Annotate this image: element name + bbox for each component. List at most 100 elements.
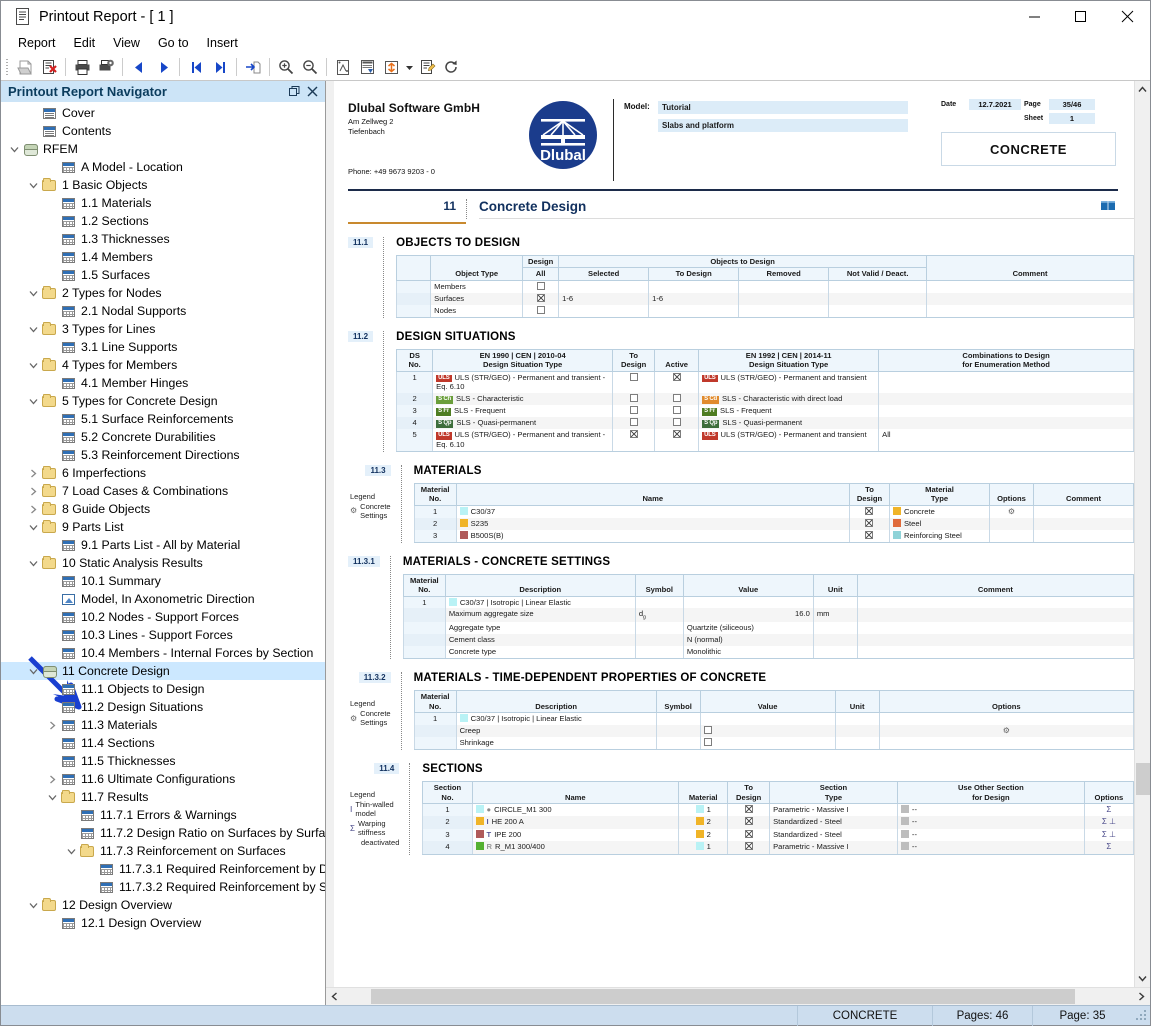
- tree-expander[interactable]: [45, 608, 59, 626]
- next-page-icon[interactable]: [151, 56, 175, 79]
- minimize-button[interactable]: [1012, 1, 1058, 32]
- tree-expander[interactable]: [26, 482, 40, 500]
- last-page-icon[interactable]: [208, 56, 232, 79]
- first-page-icon[interactable]: [184, 56, 208, 79]
- tree-item[interactable]: 11.7.3.2 Required Reinforcement by S...: [1, 878, 325, 896]
- resize-grip[interactable]: [1134, 1008, 1150, 1024]
- tree-item[interactable]: Cover: [1, 104, 325, 122]
- tree-item[interactable]: 5 Types for Concrete Design: [1, 392, 325, 410]
- selection-icon[interactable]: [379, 56, 403, 79]
- tree-expander[interactable]: [26, 176, 40, 194]
- tree-expander[interactable]: [45, 266, 59, 284]
- tree-expander[interactable]: [45, 734, 59, 752]
- tree-expander[interactable]: [26, 662, 40, 680]
- tree-item[interactable]: 5.3 Reinforcement Directions: [1, 446, 325, 464]
- tree-expander[interactable]: [45, 644, 59, 662]
- tree-expander[interactable]: [45, 572, 59, 590]
- tree-item[interactable]: 11 Concrete Design: [1, 662, 325, 680]
- tree-expander[interactable]: [26, 320, 40, 338]
- edit-report-icon[interactable]: [415, 56, 439, 79]
- tree-expander[interactable]: [45, 698, 59, 716]
- tree-expander[interactable]: [45, 590, 59, 608]
- tree-item[interactable]: 12 Design Overview: [1, 896, 325, 914]
- scroll-right-button[interactable]: [1133, 988, 1150, 1005]
- close-button[interactable]: [1104, 1, 1150, 32]
- tree-item[interactable]: Model, In Axonometric Direction: [1, 590, 325, 608]
- tree-item[interactable]: 10.2 Nodes - Support Forces: [1, 608, 325, 626]
- tree-expander[interactable]: [45, 716, 59, 734]
- tree-expander[interactable]: [26, 554, 40, 572]
- tree-item[interactable]: 6 Imperfections: [1, 464, 325, 482]
- tree-item[interactable]: 2 Types for Nodes: [1, 284, 325, 302]
- horizontal-scroll-track[interactable]: [343, 988, 1133, 1005]
- tree-expander[interactable]: [45, 428, 59, 446]
- tree-expander[interactable]: [26, 518, 40, 536]
- tree-expander[interactable]: [26, 392, 40, 410]
- tree-item[interactable]: 9.1 Parts List - All by Material: [1, 536, 325, 554]
- tree-expander[interactable]: [26, 284, 40, 302]
- tree-item[interactable]: 5.1 Surface Reinforcements: [1, 410, 325, 428]
- tree-item[interactable]: 11.5 Thicknesses: [1, 752, 325, 770]
- tree-expander[interactable]: [26, 356, 40, 374]
- delete-report-icon[interactable]: [37, 56, 61, 79]
- vertical-scroll-thumb[interactable]: [1136, 763, 1150, 795]
- navigator-close-button[interactable]: [303, 83, 321, 100]
- tree-expander[interactable]: [26, 896, 40, 914]
- tree-expander[interactable]: [64, 842, 78, 860]
- zoom-in-icon[interactable]: [274, 56, 298, 79]
- open-report-icon[interactable]: [13, 56, 37, 79]
- tree-expander[interactable]: [83, 878, 97, 896]
- scroll-left-button[interactable]: [326, 988, 343, 1005]
- header-footer-icon[interactable]: [355, 56, 379, 79]
- tree-expander[interactable]: [83, 860, 97, 878]
- tree-expander[interactable]: [45, 680, 59, 698]
- tree-item[interactable]: 10.3 Lines - Support Forces: [1, 626, 325, 644]
- print-icon[interactable]: [70, 56, 94, 79]
- tree-expander[interactable]: [45, 770, 59, 788]
- tree-expander[interactable]: [45, 302, 59, 320]
- tree-item[interactable]: 3 Types for Lines: [1, 320, 325, 338]
- tree-item[interactable]: RFEM: [1, 140, 325, 158]
- menu-insert[interactable]: Insert: [198, 34, 247, 52]
- tree-expander[interactable]: [26, 464, 40, 482]
- tree-item[interactable]: 11.7 Results: [1, 788, 325, 806]
- tree-expander[interactable]: [64, 824, 78, 842]
- vertical-scroll-track[interactable]: [1135, 98, 1151, 970]
- tree-item[interactable]: 3.1 Line Supports: [1, 338, 325, 356]
- tree-expander[interactable]: [45, 230, 59, 248]
- tree-expander[interactable]: [45, 536, 59, 554]
- viewer-vertical-scrollbar[interactable]: [1134, 81, 1150, 987]
- tree-expander[interactable]: [45, 158, 59, 176]
- tree-item[interactable]: 11.7.1 Errors & Warnings: [1, 806, 325, 824]
- tree-item[interactable]: 11.7.3.1 Required Reinforcement by D...: [1, 860, 325, 878]
- tree-item[interactable]: 11.4 Sections: [1, 734, 325, 752]
- horizontal-scroll-thumb[interactable]: [371, 989, 1075, 1004]
- tree-expander[interactable]: [64, 806, 78, 824]
- tree-item[interactable]: 11.7.3 Reinforcement on Surfaces: [1, 842, 325, 860]
- tree-item[interactable]: 1 Basic Objects: [1, 176, 325, 194]
- tree-expander[interactable]: [45, 374, 59, 392]
- menu-goto[interactable]: Go to: [149, 34, 198, 52]
- tree-expander[interactable]: [45, 446, 59, 464]
- tree-item[interactable]: 7 Load Cases & Combinations: [1, 482, 325, 500]
- tree-item[interactable]: 8 Guide Objects: [1, 500, 325, 518]
- tree-item[interactable]: 11.3 Materials: [1, 716, 325, 734]
- viewer-horizontal-scrollbar[interactable]: [326, 987, 1150, 1005]
- selection-dropdown-icon[interactable]: [403, 56, 415, 79]
- previous-page-icon[interactable]: [127, 56, 151, 79]
- tree-expander[interactable]: [45, 194, 59, 212]
- tree-item[interactable]: 11.1 Objects to Design: [1, 680, 325, 698]
- tree-expander[interactable]: [26, 500, 40, 518]
- navigator-undock-button[interactable]: [285, 83, 303, 100]
- tree-item[interactable]: 10.4 Members - Internal Forces by Sectio…: [1, 644, 325, 662]
- tree-item[interactable]: 10 Static Analysis Results: [1, 554, 325, 572]
- tree-item[interactable]: 4.1 Member Hinges: [1, 374, 325, 392]
- tree-item[interactable]: 9 Parts List: [1, 518, 325, 536]
- tree-item[interactable]: 11.7.2 Design Ratio on Surfaces by Surfa…: [1, 824, 325, 842]
- tree-expander[interactable]: [26, 104, 40, 122]
- tree-item[interactable]: 2.1 Nodal Supports: [1, 302, 325, 320]
- tree-item[interactable]: 4 Types for Members: [1, 356, 325, 374]
- tree-expander[interactable]: [45, 410, 59, 428]
- toolbar-grip[interactable]: [4, 58, 11, 76]
- tree-item[interactable]: 5.2 Concrete Durabilities: [1, 428, 325, 446]
